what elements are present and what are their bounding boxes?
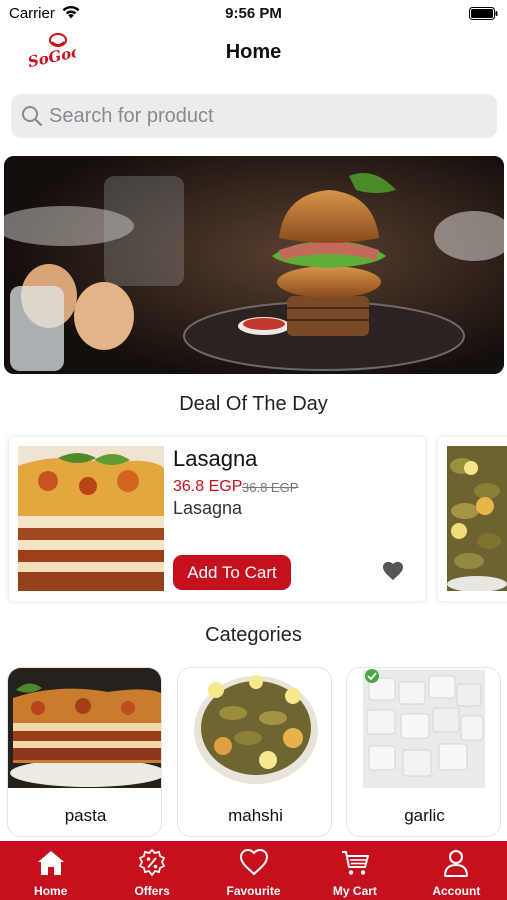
tab-label: Account [432, 884, 481, 898]
category-card-pasta[interactable]: pasta [7, 667, 162, 837]
tab-label: Home [34, 884, 68, 898]
hero-banner-image[interactable] [4, 156, 504, 374]
burger-photo [4, 156, 504, 374]
lasagna-image [18, 446, 164, 591]
categories-section-title: Categories [205, 624, 302, 646]
deal-price: 36.8 EGP [173, 478, 243, 495]
tab-label: My Cart [332, 884, 377, 898]
tab-home[interactable]: Home [0, 841, 101, 900]
deal-card[interactable]: Lasagna 36.8 EGP 36.8 EGP Lasagna Add To… [9, 437, 425, 601]
status-bar: Carrier 9:56 PM [0, 0, 507, 28]
heart-icon[interactable] [382, 561, 404, 581]
battery-icon [469, 7, 498, 20]
mahshi-image [178, 668, 331, 788]
offers-badge-icon [138, 848, 166, 877]
category-label: pasta [64, 806, 107, 825]
tab-account[interactable]: Account [406, 841, 507, 900]
category-card-garlic[interactable]: garlic [346, 667, 501, 837]
page-title: Home [225, 41, 282, 63]
search-icon [22, 106, 43, 127]
cart-icon [341, 851, 369, 875]
deal-product-name: Lasagna [173, 446, 258, 471]
category-label: mahshi [228, 806, 283, 825]
mahshi-image [447, 446, 507, 591]
clock: 9:56 PM [225, 5, 282, 22]
deal-old-price: 36.8 EGP [242, 480, 299, 495]
tab-my-cart[interactable]: My Cart [304, 841, 405, 900]
deal-section-title: Deal Of The Day [179, 393, 328, 415]
tab-bar: Home Offers Favourite My Cart Account [0, 841, 507, 900]
tab-offers[interactable]: Offers [101, 841, 202, 900]
search-input[interactable] [49, 94, 489, 138]
home-icon [37, 851, 64, 875]
category-label: garlic [404, 806, 445, 825]
tab-favourite[interactable]: Favourite [203, 841, 304, 900]
deal-card[interactable] [438, 437, 507, 601]
nav-bar: SoGood Home [0, 28, 507, 78]
tab-label: Offers [134, 884, 170, 898]
category-card-mahshi[interactable]: mahshi [177, 667, 332, 837]
tab-label: Favourite [226, 884, 281, 898]
account-icon [444, 850, 469, 877]
add-to-cart-button[interactable]: Add To Cart [173, 555, 291, 590]
deal-subtitle: Lasagna [173, 498, 243, 518]
search-bar[interactable] [11, 94, 497, 138]
heart-icon [239, 848, 268, 876]
pasta-image [8, 668, 161, 788]
garlic-image [347, 668, 500, 788]
